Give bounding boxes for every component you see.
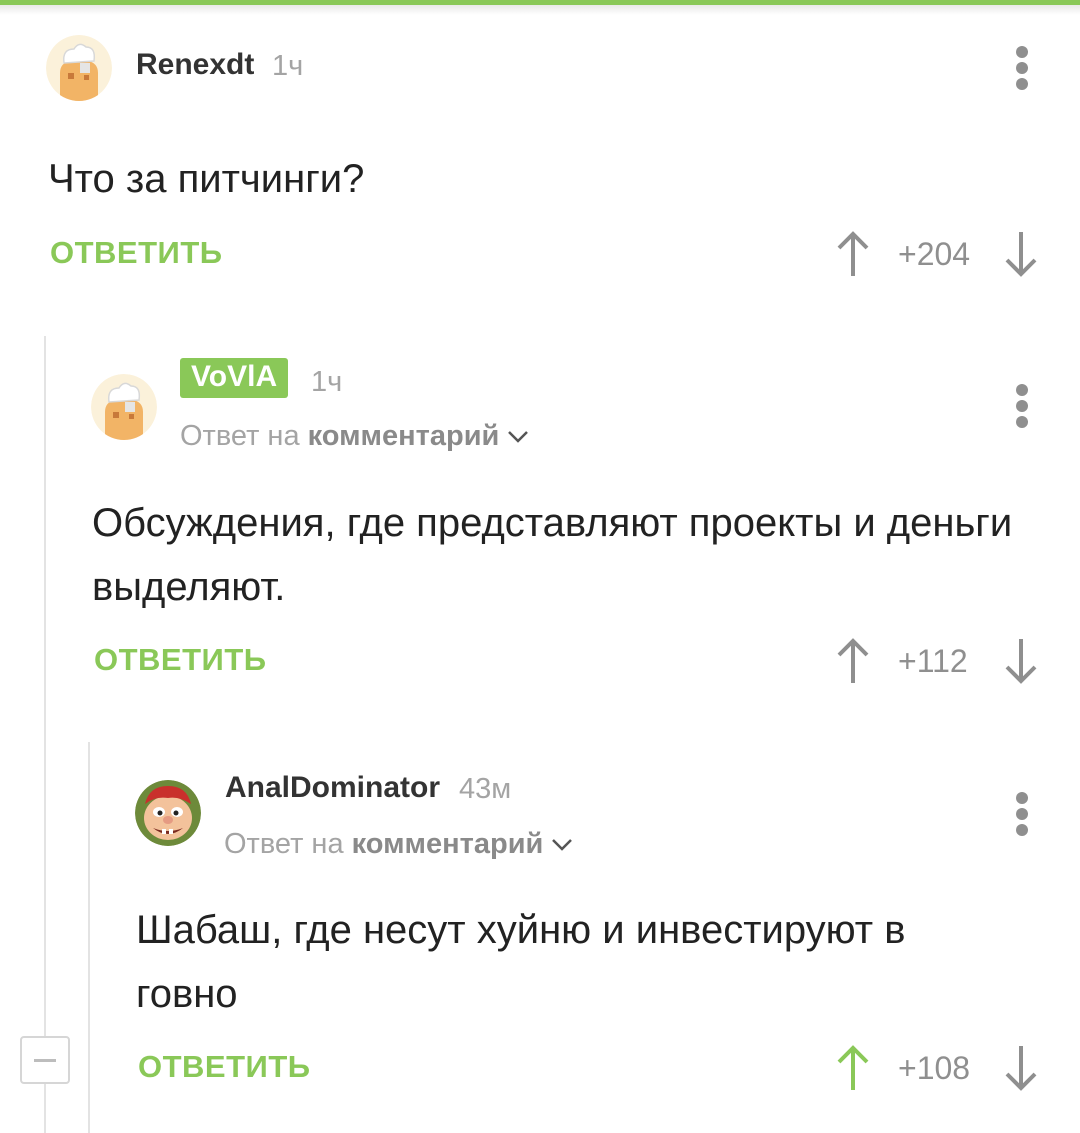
comment-text: Шабаш, где несут хуйню и инвестируют в г…	[136, 908, 906, 1016]
downvote-button[interactable]	[1002, 1044, 1040, 1097]
collapse-thread-button[interactable]	[20, 1036, 70, 1084]
thread-line-level2	[88, 742, 90, 1133]
reply-to-link[interactable]: Ответ на комментарий	[180, 420, 529, 453]
timestamp: 1ч	[272, 50, 304, 82]
more-vertical-icon[interactable]	[1007, 788, 1037, 840]
more-vertical-icon[interactable]	[1007, 380, 1037, 432]
reply-to-prefix: Ответ на	[180, 420, 300, 452]
more-vertical-icon[interactable]	[1007, 42, 1037, 94]
arrow-up-icon	[837, 231, 869, 276]
downvote-button[interactable]	[1002, 230, 1040, 283]
reply-to-target: комментарий	[351, 828, 544, 860]
comment-text: Что за питчинги?	[48, 157, 365, 201]
cartoon-face-avatar-icon	[135, 780, 201, 846]
arrow-down-icon	[1005, 1046, 1037, 1091]
upvote-button[interactable]	[834, 1044, 872, 1097]
reply-to-target: комментарий	[307, 420, 500, 452]
top-shadow	[0, 5, 1080, 15]
chevron-down-icon	[552, 839, 573, 852]
reply-to-prefix: Ответ на	[224, 828, 344, 860]
default-avatar-icon	[46, 35, 112, 101]
upvote-button[interactable]	[834, 230, 872, 283]
timestamp: 43м	[459, 773, 512, 805]
chevron-down-icon	[508, 431, 529, 444]
reply-to-link[interactable]: Ответ на комментарий	[224, 828, 573, 861]
thread-line-level1	[44, 336, 46, 1133]
arrow-up-icon	[837, 1045, 869, 1090]
reply-button[interactable]: ОТВЕТИТЬ	[94, 642, 267, 678]
score: +204	[898, 236, 971, 272]
timestamp: 1ч	[311, 366, 343, 398]
upvote-button[interactable]	[834, 637, 872, 690]
score: +112	[898, 643, 968, 679]
arrow-up-icon	[837, 638, 869, 683]
avatar[interactable]	[135, 780, 201, 846]
collapse-minus-icon	[34, 1059, 56, 1062]
avatar[interactable]	[91, 374, 157, 440]
comment-text: Обсуждения, где представляют проекты и д…	[92, 501, 1013, 609]
reply-button[interactable]: ОТВЕТИТЬ	[138, 1049, 311, 1085]
downvote-button[interactable]	[1002, 637, 1040, 690]
reply-button[interactable]: ОТВЕТИТЬ	[50, 235, 223, 271]
username[interactable]: Renexdt	[136, 48, 254, 82]
score: +108	[898, 1050, 971, 1086]
default-avatar-icon	[91, 374, 157, 440]
avatar[interactable]	[46, 35, 112, 101]
author-badge-username[interactable]: VoVlA	[180, 358, 289, 398]
username[interactable]: AnalDominator	[225, 771, 440, 805]
arrow-down-icon	[1005, 639, 1037, 684]
arrow-down-icon	[1005, 232, 1037, 277]
